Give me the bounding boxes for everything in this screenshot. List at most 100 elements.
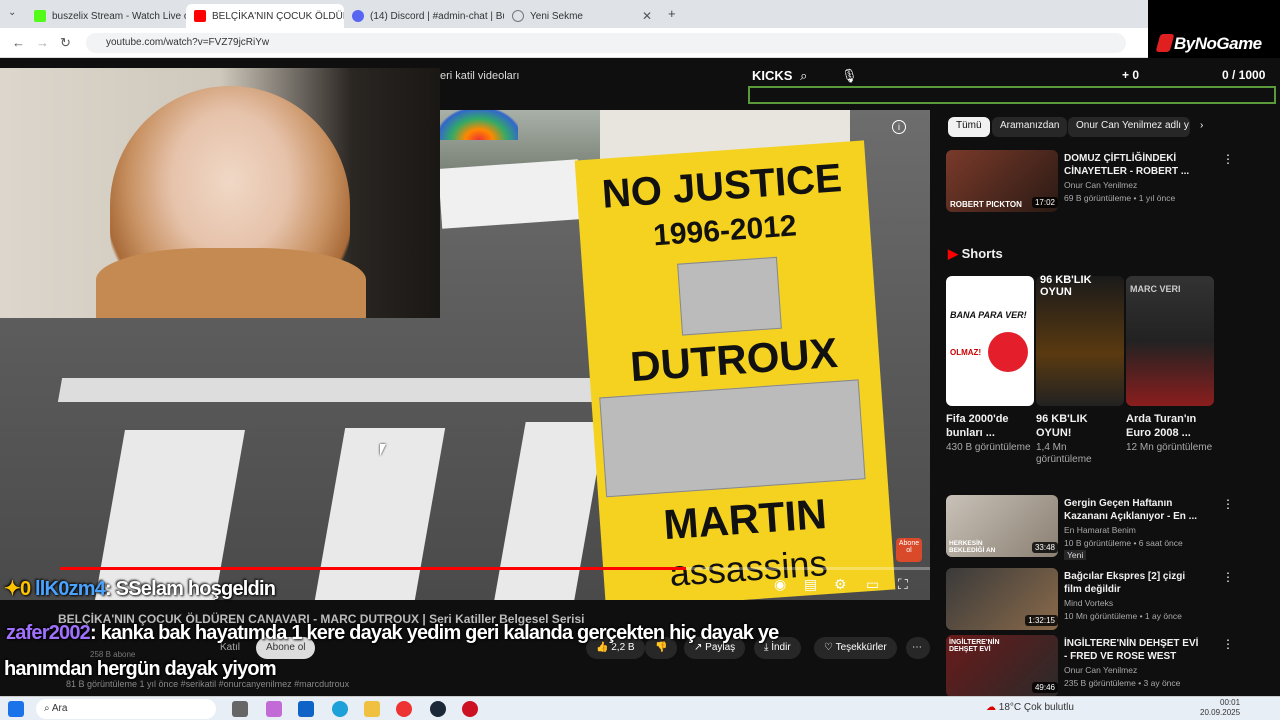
more-vert-icon[interactable]: ⋮ <box>1222 152 1234 166</box>
umbrella-image <box>440 110 518 140</box>
channel-name[interactable]: Onur Can Yenilmez <box>1064 180 1224 190</box>
channel-name[interactable]: En Hamarat Benim <box>1064 525 1224 535</box>
tab-new[interactable]: Yeni Sekme ✕ <box>504 4 660 28</box>
goal-counter: 0 / 1000 <box>1222 68 1266 82</box>
kicks-label: KICKS <box>752 68 793 83</box>
video-progress-bar[interactable] <box>60 567 930 570</box>
search-query-text[interactable]: eri katil videoları <box>440 70 519 82</box>
chip-all[interactable]: Tümü <box>948 117 990 137</box>
channel-name[interactable]: Mind Vorteks <box>1064 598 1224 608</box>
thumbnail-text: OLMAZ! <box>950 348 982 357</box>
webcam-overlay <box>0 68 440 318</box>
video-meta: 10 B görüntüleme • 6 saat önce <box>1064 538 1183 548</box>
thumbnail-text: 96 KB'LIK OYUN <box>1040 274 1092 298</box>
tab-label: (14) Discord | #admin-chat | Bu <box>370 10 504 22</box>
more-vert-icon[interactable]: ⋮ <box>1222 570 1234 584</box>
shorts-heading-text: Shorts <box>961 246 1003 261</box>
outlook-icon[interactable] <box>298 701 314 717</box>
chat-message: ✦0 llK0zm4: SSelam hoşgeldin <box>4 576 276 601</box>
short-views: 12 Mn görüntüleme <box>1126 442 1213 453</box>
chip-related[interactable]: Aramanızdan <box>992 117 1068 137</box>
channel-name[interactable]: Onur Can Yenilmez <box>1064 665 1224 675</box>
subtitles-icon[interactable]: ▤ <box>804 576 817 593</box>
reload-icon[interactable]: ↻ <box>60 35 71 51</box>
url-input[interactable]: youtube.com/watch?v=FVZ79jcRiYw <box>86 33 1126 53</box>
task-view-icon[interactable] <box>232 701 248 717</box>
more-vert-icon[interactable]: ⋮ <box>1222 497 1234 511</box>
app-icon[interactable] <box>462 701 478 717</box>
thanks-label: Teşekkürler <box>835 642 887 653</box>
steam-icon[interactable] <box>430 701 446 717</box>
recommended-video[interactable]: HERKESİN BEKLEDİĞİ AN 33:48 Gergin Geçen… <box>946 495 1234 560</box>
copilot-icon[interactable] <box>266 701 282 717</box>
windows-taskbar: ⌕ Ara ☁ 18°C Çok bulutlu 00:01 20.09.202… <box>0 696 1280 720</box>
short-item[interactable]: MARC VERI Arda Turan'ın Euro 2008 ... 12… <box>1126 276 1214 454</box>
video-title: Gergin Geçen Haftanın Kazananı Açıklanıy… <box>1064 498 1197 522</box>
thanks-button[interactable]: ♡ Teşekkürler <box>814 637 897 659</box>
info-icon[interactable]: i <box>892 120 906 134</box>
short-views: 430 B görüntüleme <box>946 442 1031 453</box>
ea-logo-icon <box>988 332 1028 372</box>
video-title: Bağcılar Ekspres [2] çizgi film değildir <box>1064 571 1186 595</box>
search-icon[interactable]: ⌕ <box>800 68 807 83</box>
more-vert-icon[interactable]: ⋮ <box>1222 637 1234 651</box>
new-tab-button[interactable]: + <box>668 6 676 21</box>
more-actions-button[interactable]: ⋯ <box>906 637 930 659</box>
thumbnail-text: HERKESİN BEKLEDİĞİ AN <box>949 540 996 554</box>
tab-label: BELÇİKA'NIN ÇOCUK ÖLDÜREN <box>212 10 344 22</box>
chip-channel[interactable]: Onur Can Yenilmez adlı y <box>1068 117 1190 137</box>
chat-text: hanımdan hergün dayak yiyom <box>4 658 277 680</box>
badge-icon: ✦0 <box>4 578 36 600</box>
tab-search-icon[interactable]: ⌄ <box>8 7 16 18</box>
autoplay-icon[interactable]: ◉ <box>774 576 786 593</box>
new-badge: Yeni <box>1064 550 1087 560</box>
video-title: DOMUZ ÇİFTLİĞİNDEKİ CİNAYETLER - ROBERT … <box>1064 153 1190 177</box>
tab-kick[interactable]: buszelix Stream - Watch Live o ✕ <box>26 4 186 28</box>
recommended-video[interactable]: İNGİLTERE'NİN DEHŞET EVİ 49:46 İNGİLTERE… <box>946 635 1234 697</box>
close-icon[interactable]: ✕ <box>642 9 652 23</box>
discord-icon <box>352 10 364 22</box>
recommended-video[interactable]: 1:32:15 Bağcılar Ekspres [2] çizgi film … <box>946 568 1234 630</box>
short-views: 1,4 Mn görüntüleme <box>1036 442 1092 465</box>
fullscreen-icon[interactable]: ⛶ <box>898 576 908 593</box>
crosswalk-stripe <box>494 422 606 600</box>
chrome-icon[interactable] <box>396 701 412 717</box>
clock-date: 20.09.2025 <box>1200 708 1241 717</box>
short-thumbnail: 96 KB'LIK OYUN <box>1036 274 1124 406</box>
start-icon[interactable] <box>8 701 24 717</box>
chat-username: llK0zm4 <box>35 578 106 600</box>
streamer-hair <box>96 248 366 318</box>
shorts-icon: ▶ <box>948 246 962 261</box>
globe-icon <box>512 10 524 22</box>
suspects-photo <box>599 379 866 498</box>
tab-youtube[interactable]: BELÇİKA'NIN ÇOCUK ÖLDÜREN ✕ <box>186 4 344 28</box>
create-button[interactable]: + 0 <box>1122 68 1139 82</box>
clock[interactable]: 00:01 20.09.2025 <box>1200 698 1240 718</box>
theater-icon[interactable]: ▭ <box>866 576 879 593</box>
tab-label: Yeni Sekme <box>530 10 583 22</box>
chat-text: : SSelam hoşgeldin <box>105 578 276 600</box>
weather-widget[interactable]: ☁ 18°C Çok bulutlu <box>986 702 1074 713</box>
chat-username: zafer2002 <box>6 622 91 644</box>
recommended-video[interactable]: ROBERT PICKTON 17:02 DOMUZ ÇİFTLİĞİNDEKİ… <box>946 150 1234 212</box>
explorer-icon[interactable] <box>364 701 380 717</box>
search-icon: ⌕ <box>44 703 52 714</box>
mic-icon[interactable]: 🎙 <box>841 68 858 83</box>
kicks-overlay: KICKS ⌕ 🎙 <box>752 68 858 84</box>
settings-icon[interactable]: ⚙ <box>834 576 847 593</box>
video-meta: 10 Mn görüntüleme • 1 ay önce <box>1064 611 1182 621</box>
weather-text: 18°C Çok bulutlu <box>998 702 1074 713</box>
short-item[interactable]: BANA PARA VER! OLMAZ! Fifa 2000'de bunla… <box>946 276 1034 454</box>
forward-icon[interactable]: → <box>36 35 49 50</box>
back-icon[interactable]: ← <box>12 35 25 50</box>
edge-icon[interactable] <box>332 701 348 717</box>
taskbar-search-text: Ara <box>51 703 68 714</box>
short-item[interactable]: 96 KB'LIK OYUN 96 KB'LIK OYUN! 1,4 Mn gö… <box>1036 274 1124 466</box>
player-controls: ◉ ▤ ⚙ ▭ ⛶ <box>770 576 930 598</box>
channel-watermark[interactable]: Abone ol <box>896 538 922 562</box>
video-duration: 33:48 <box>1031 542 1058 553</box>
chevron-right-icon[interactable]: › <box>1192 117 1211 137</box>
short-title: Arda Turan'ın Euro 2008 ... <box>1126 413 1197 439</box>
taskbar-search[interactable]: ⌕ Ara <box>36 699 216 719</box>
tab-discord[interactable]: (14) Discord | #admin-chat | Bu ✕ <box>344 4 504 28</box>
